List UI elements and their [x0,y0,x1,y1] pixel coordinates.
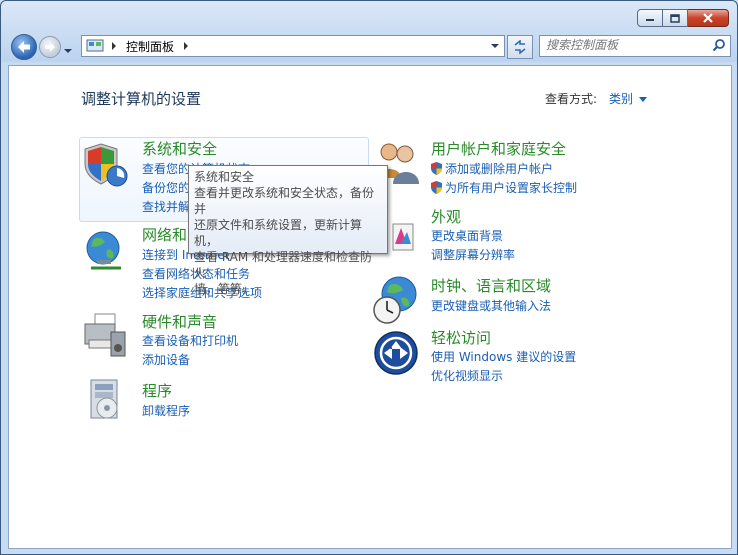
add-remove-accounts-link[interactable]: 添加或删除用户帐户 [431,160,553,177]
tooltip-line: 查看 RAM 和处理器速度和检查防火 [194,250,373,280]
refresh-icon [514,40,526,54]
control-panel-window: 控制面板 调整计算机的设置 查看方式: 类别 [0,0,738,555]
printer-icon [84,313,126,357]
parental-controls-label: 为所有用户设置家长控制 [445,181,578,195]
system-security-title[interactable]: 系统和安全 [142,138,217,159]
user-accounts-title[interactable]: 用户帐户和家庭安全 [431,138,566,159]
optimize-visual-display-link[interactable]: 优化视频显示 [431,367,503,384]
tooltip: 系统和安全 查看并更改系统和安全状态，备份并 还原文件和系统设置，更新计算机， … [188,165,388,296]
address-bar[interactable]: 控制面板 [81,35,505,57]
ease-of-access-title[interactable]: 轻松访问 [431,327,491,348]
breadcrumb-arrow-icon [112,42,116,50]
programs-icon [90,379,118,419]
chevron-down-icon [639,97,648,102]
view-by-label: 查看方式: [545,92,598,106]
maximize-icon [670,13,680,23]
ease-of-access-icon [374,331,418,375]
close-button[interactable] [688,9,729,27]
uninstall-program-link[interactable]: 卸载程序 [142,402,190,419]
programs-title[interactable]: 程序 [142,380,172,401]
close-icon [703,13,713,23]
tooltip-line: 墙，等等。 [194,282,255,296]
appearance-title[interactable]: 外观 [431,206,461,227]
adjust-resolution-link[interactable]: 调整屏幕分辨率 [431,246,515,263]
hardware-sound-title[interactable]: 硬件和声音 [142,311,217,332]
view-by-value: 类别 [609,92,634,106]
minimize-icon [646,19,654,21]
tooltip-line: 查看并更改系统和安全状态，备份并 [194,186,375,216]
tooltip-title: 系统和安全 [194,170,255,184]
view-by-dropdown[interactable]: 类别 [609,90,648,107]
add-remove-accounts-label: 添加或删除用户帐户 [445,162,554,176]
uac-shield-icon [431,162,442,175]
add-device-link[interactable]: 添加设备 [142,351,190,368]
recent-pages-button[interactable] [63,43,73,57]
forward-arrow-icon [45,42,55,52]
back-arrow-icon [18,41,30,53]
search-icon[interactable] [712,38,726,52]
minimize-button[interactable] [637,9,663,27]
parental-controls-link[interactable]: 为所有用户设置家长控制 [431,179,577,196]
breadcrumb-arrow-icon[interactable] [182,41,190,51]
address-dropdown-icon[interactable] [490,43,500,49]
tooltip-line: 还原文件和系统设置，更新计算机， [194,218,363,248]
change-keyboard-link[interactable]: 更改键盘或其他输入法 [431,297,551,314]
network-globe-icon [86,231,121,270]
navigation-bar: 控制面板 [9,33,731,61]
uac-shield-icon [431,181,442,194]
page-title: 调整计算机的设置 [81,90,202,108]
change-desktop-background-link[interactable]: 更改桌面背景 [431,227,503,244]
devices-printers-link[interactable]: 查看设备和打印机 [142,332,238,349]
content-pane: 调整计算机的设置 查看方式: 类别 系统和安全 查看您的计算机状态 备份您的计算… [8,65,732,549]
search-input[interactable] [546,37,706,53]
caption-buttons [637,9,729,27]
shield-icon [84,143,128,187]
back-button[interactable] [11,34,37,60]
maximize-button[interactable] [663,9,688,27]
breadcrumb-control-panel[interactable]: 控制面板 [126,38,174,55]
forward-button[interactable] [39,36,61,58]
windows-recommended-settings-link[interactable]: 使用 Windows 建议的设置 [431,348,576,365]
control-panel-icon [86,39,104,52]
refresh-button[interactable] [507,35,533,59]
clock-language-region-title[interactable]: 时钟、语言和区域 [431,275,551,296]
chevron-down-icon [64,49,72,53]
search-box[interactable] [539,35,731,57]
